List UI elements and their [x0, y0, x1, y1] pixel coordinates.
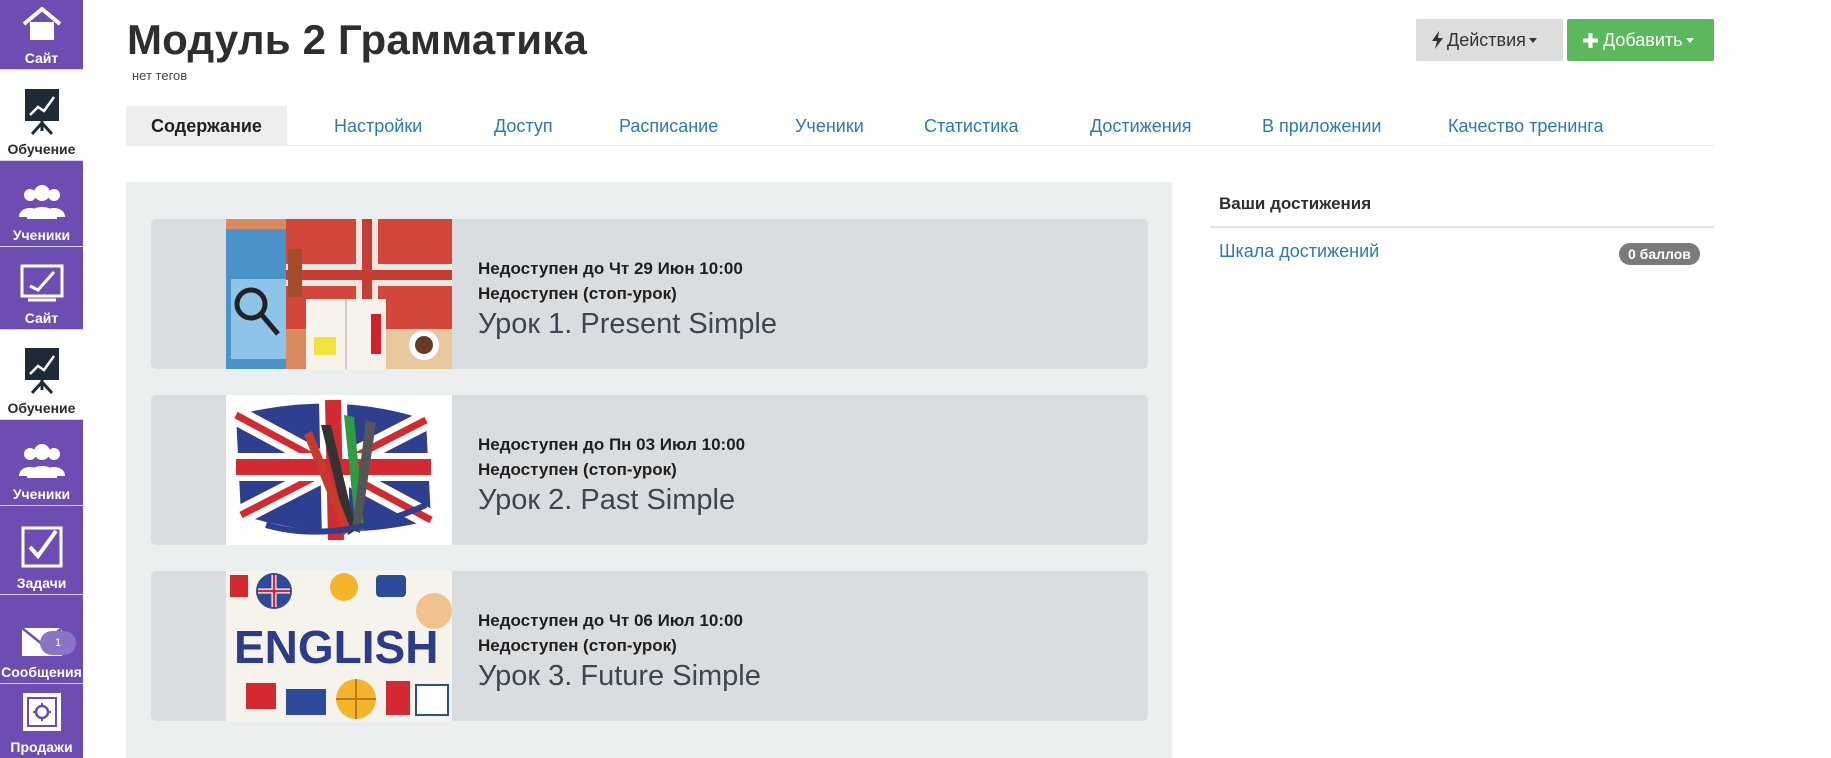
sidebar-item-tasks[interactable]: Задачи: [0, 506, 83, 595]
training-board-icon: [22, 346, 62, 394]
lesson-card[interactable]: ENGLISH Недоступен до Чт 06 Июл 10:00 Не…: [151, 571, 1148, 721]
lesson-status: Недоступен (стоп-урок): [478, 636, 677, 655]
sidebar-item-training-2[interactable]: Обучение: [0, 330, 83, 420]
lesson-status: Недоступен (стоп-урок): [478, 460, 677, 479]
tabs-bar: Содержание Настройки Доступ Расписание У…: [126, 106, 1714, 146]
lesson-title[interactable]: Урок 1. Present Simple: [478, 307, 777, 341]
sidebar-item-messages[interactable]: 1 Сообщения: [0, 595, 83, 684]
sidebar-item-site[interactable]: Сайт: [0, 0, 83, 70]
add-label: Добавить: [1603, 29, 1683, 50]
lesson-info: Недоступен до Чт 06 Июл 10:00 Недоступен…: [478, 608, 761, 693]
lesson-thumb-text: ENGLISH: [234, 621, 438, 673]
lesson-title[interactable]: Урок 2. Past Simple: [478, 483, 745, 517]
sidebar-item-site-2[interactable]: Сайт: [0, 247, 83, 330]
sidebar-item-label: Ученики: [12, 486, 71, 502]
tab-in-app[interactable]: В приложении: [1262, 106, 1381, 146]
page-title: Модуль 2 Грамматика: [127, 16, 587, 63]
safe-icon: [21, 691, 63, 733]
tags-label: нет тегов: [132, 68, 188, 83]
points-badge: 0 баллов: [1619, 243, 1700, 265]
sidebar-item-students[interactable]: Ученики: [0, 161, 83, 247]
sidebar-item-students-2[interactable]: Ученики: [0, 420, 83, 506]
sidebar-item-label: Продажи: [10, 739, 73, 755]
achievements-scale-link[interactable]: Шкала достижений: [1219, 241, 1379, 262]
tasks-check-icon: [20, 525, 64, 569]
tab-settings[interactable]: Настройки: [334, 106, 422, 146]
uk-flag-pencils-image: [226, 395, 452, 545]
lightning-icon: [1432, 31, 1443, 49]
lesson-card[interactable]: Недоступен до Чт 29 Июн 10:00 Недоступен…: [151, 219, 1148, 369]
sidebar-item-label: Задачи: [16, 575, 67, 591]
tab-achievements[interactable]: Достижения: [1090, 106, 1192, 146]
sidebar-item-label: Сайт: [24, 50, 59, 66]
messages-count-badge: 1: [40, 631, 76, 655]
left-sidebar: Сайт Обучение Ученики Сайт Обучение Учен…: [0, 0, 83, 758]
lesson-title[interactable]: Урок 3. Future Simple: [478, 659, 761, 693]
lesson-availability: Недоступен до Пн 03 Июл 10:00: [478, 435, 746, 454]
achievements-divider: [1210, 226, 1714, 228]
lesson-card[interactable]: Недоступен до Пн 03 Июл 10:00 Недоступен…: [151, 395, 1148, 545]
home-icon: [20, 6, 64, 44]
site-screen-icon: [20, 264, 64, 304]
lesson-info: Недоступен до Пн 03 Июл 10:00 Недоступен…: [478, 432, 745, 517]
uk-travel-collage-image: [226, 219, 452, 369]
sidebar-item-training[interactable]: Обучение: [0, 70, 83, 161]
sidebar-item-sales[interactable]: Продажи: [0, 684, 83, 758]
english-word-collage-image: ENGLISH: [226, 571, 452, 721]
users-icon: [17, 442, 67, 480]
tab-statistics[interactable]: Статистика: [924, 106, 1019, 146]
chevron-down-icon: [1685, 37, 1694, 43]
training-board-icon: [22, 87, 62, 135]
plus-icon: [1583, 32, 1598, 48]
achievements-title: Ваши достижения: [1219, 194, 1372, 213]
sidebar-item-label: Ученики: [12, 227, 71, 243]
sidebar-item-label: Обучение: [7, 141, 76, 157]
tab-access[interactable]: Доступ: [494, 106, 553, 146]
sidebar-item-label: Сообщения: [1, 664, 82, 680]
sidebar-item-label: Сайт: [24, 310, 59, 326]
lesson-status: Недоступен (стоп-урок): [478, 284, 677, 303]
tab-training-quality[interactable]: Качество тренинга: [1448, 106, 1604, 146]
tab-students[interactable]: Ученики: [795, 106, 864, 146]
lesson-info: Недоступен до Чт 29 Июн 10:00 Недоступен…: [478, 256, 777, 341]
actions-label: Действия: [1447, 29, 1526, 50]
users-icon: [17, 183, 67, 221]
tab-content[interactable]: Содержание: [126, 106, 287, 146]
lessons-panel: Недоступен до Чт 29 Июн 10:00 Недоступен…: [126, 182, 1172, 758]
lesson-availability: Недоступен до Чт 29 Июн 10:00: [478, 259, 743, 278]
add-dropdown-button[interactable]: Добавить: [1567, 19, 1714, 61]
chevron-down-icon: [1528, 37, 1537, 43]
sidebar-item-label: Обучение: [7, 400, 76, 416]
tab-schedule[interactable]: Расписание: [619, 106, 718, 146]
lesson-availability: Недоступен до Чт 06 Июл 10:00: [478, 611, 743, 630]
actions-dropdown-button[interactable]: Действия: [1416, 19, 1563, 61]
